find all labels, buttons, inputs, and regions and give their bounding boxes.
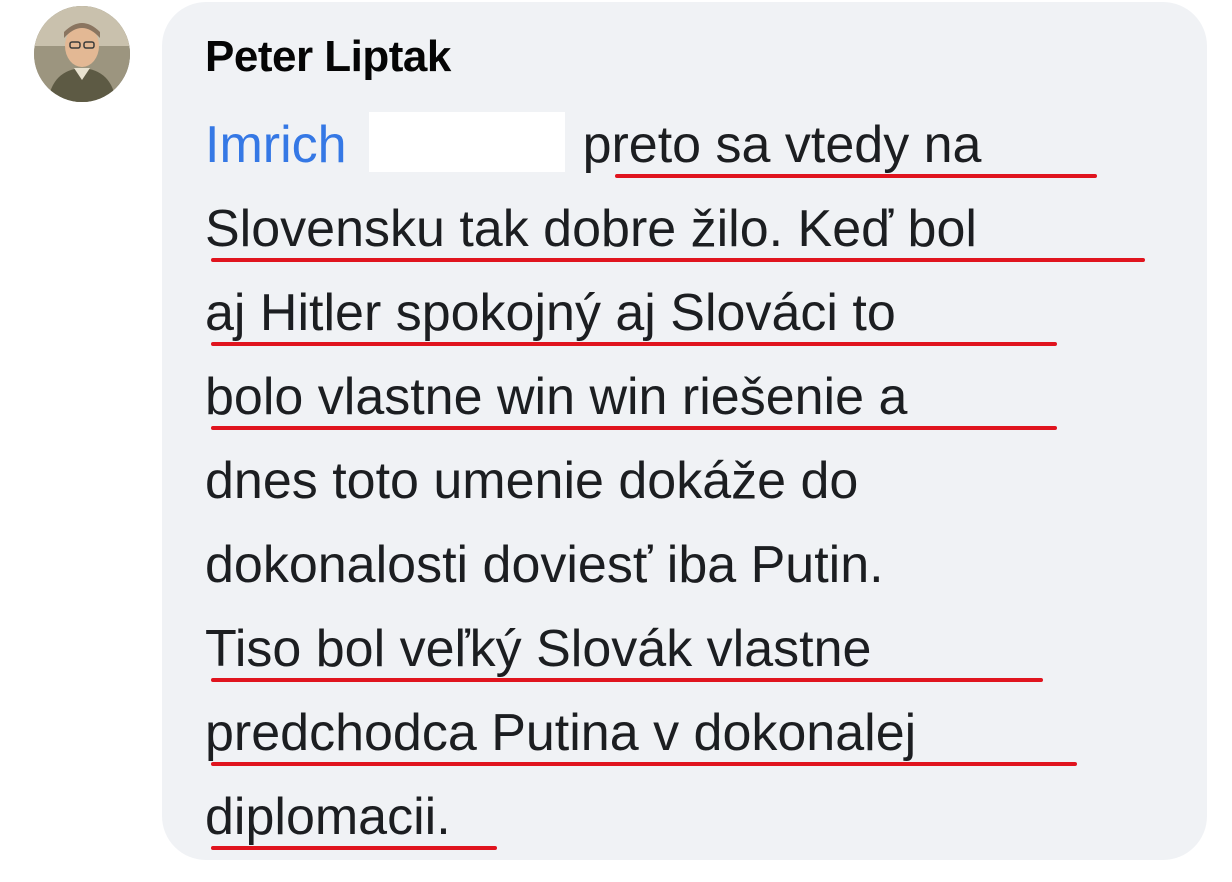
comment-body: Imrich preto sa vtedy na Slovensku tak do…: [205, 110, 1195, 866]
comment-line: dokonalosti doviesť iba Putin.: [205, 530, 1195, 614]
comment-line-text: Tiso bol veľký Slovák vlastne: [205, 620, 872, 678]
comment-line: Imrich preto sa vtedy na: [205, 110, 1195, 194]
red-underline: [211, 426, 1057, 430]
red-underline: [211, 762, 1077, 766]
comment-author-name[interactable]: Peter Liptak: [205, 32, 451, 82]
author-avatar[interactable]: [34, 6, 130, 102]
comment-line-text: Slovensku tak dobre žilo. Keď bol: [205, 200, 977, 258]
red-underline: [211, 342, 1057, 346]
comment-line-text: dokonalosti doviesť iba Putin.: [205, 536, 884, 594]
comment-line: dnes toto umenie dokáže do: [205, 446, 1195, 530]
comment-line: bolo vlastne win win riešenie a: [205, 362, 1195, 446]
red-underline: [211, 678, 1043, 682]
comment-line: aj Hitler spokojný aj Slováci to: [205, 278, 1195, 362]
comment-line-text: diplomacii.: [205, 788, 451, 846]
mention-link[interactable]: Imrich: [205, 116, 347, 174]
comment-line: Slovensku tak dobre žilo. Keď bol: [205, 194, 1195, 278]
comment-line: Tiso bol veľký Slovák vlastne: [205, 614, 1195, 698]
red-underline: [211, 258, 1145, 262]
comment-line-text: bolo vlastne win win riešenie a: [205, 368, 908, 426]
comment-line-text: dnes toto umenie dokáže do: [205, 452, 859, 510]
red-underline: [615, 174, 1097, 178]
comment-line-text: predchodca Putina v dokonalej: [205, 704, 917, 762]
comment-line-text: preto sa vtedy na: [582, 116, 982, 174]
avatar-photo-icon: [34, 6, 130, 102]
comment-line-text: aj Hitler spokojný aj Slováci to: [205, 284, 896, 342]
redacted-name-block: [368, 112, 565, 172]
comment-line: predchodca Putina v dokonalej: [205, 698, 1195, 782]
comment-line: diplomacii.: [205, 782, 1195, 866]
red-underline: [211, 846, 497, 850]
